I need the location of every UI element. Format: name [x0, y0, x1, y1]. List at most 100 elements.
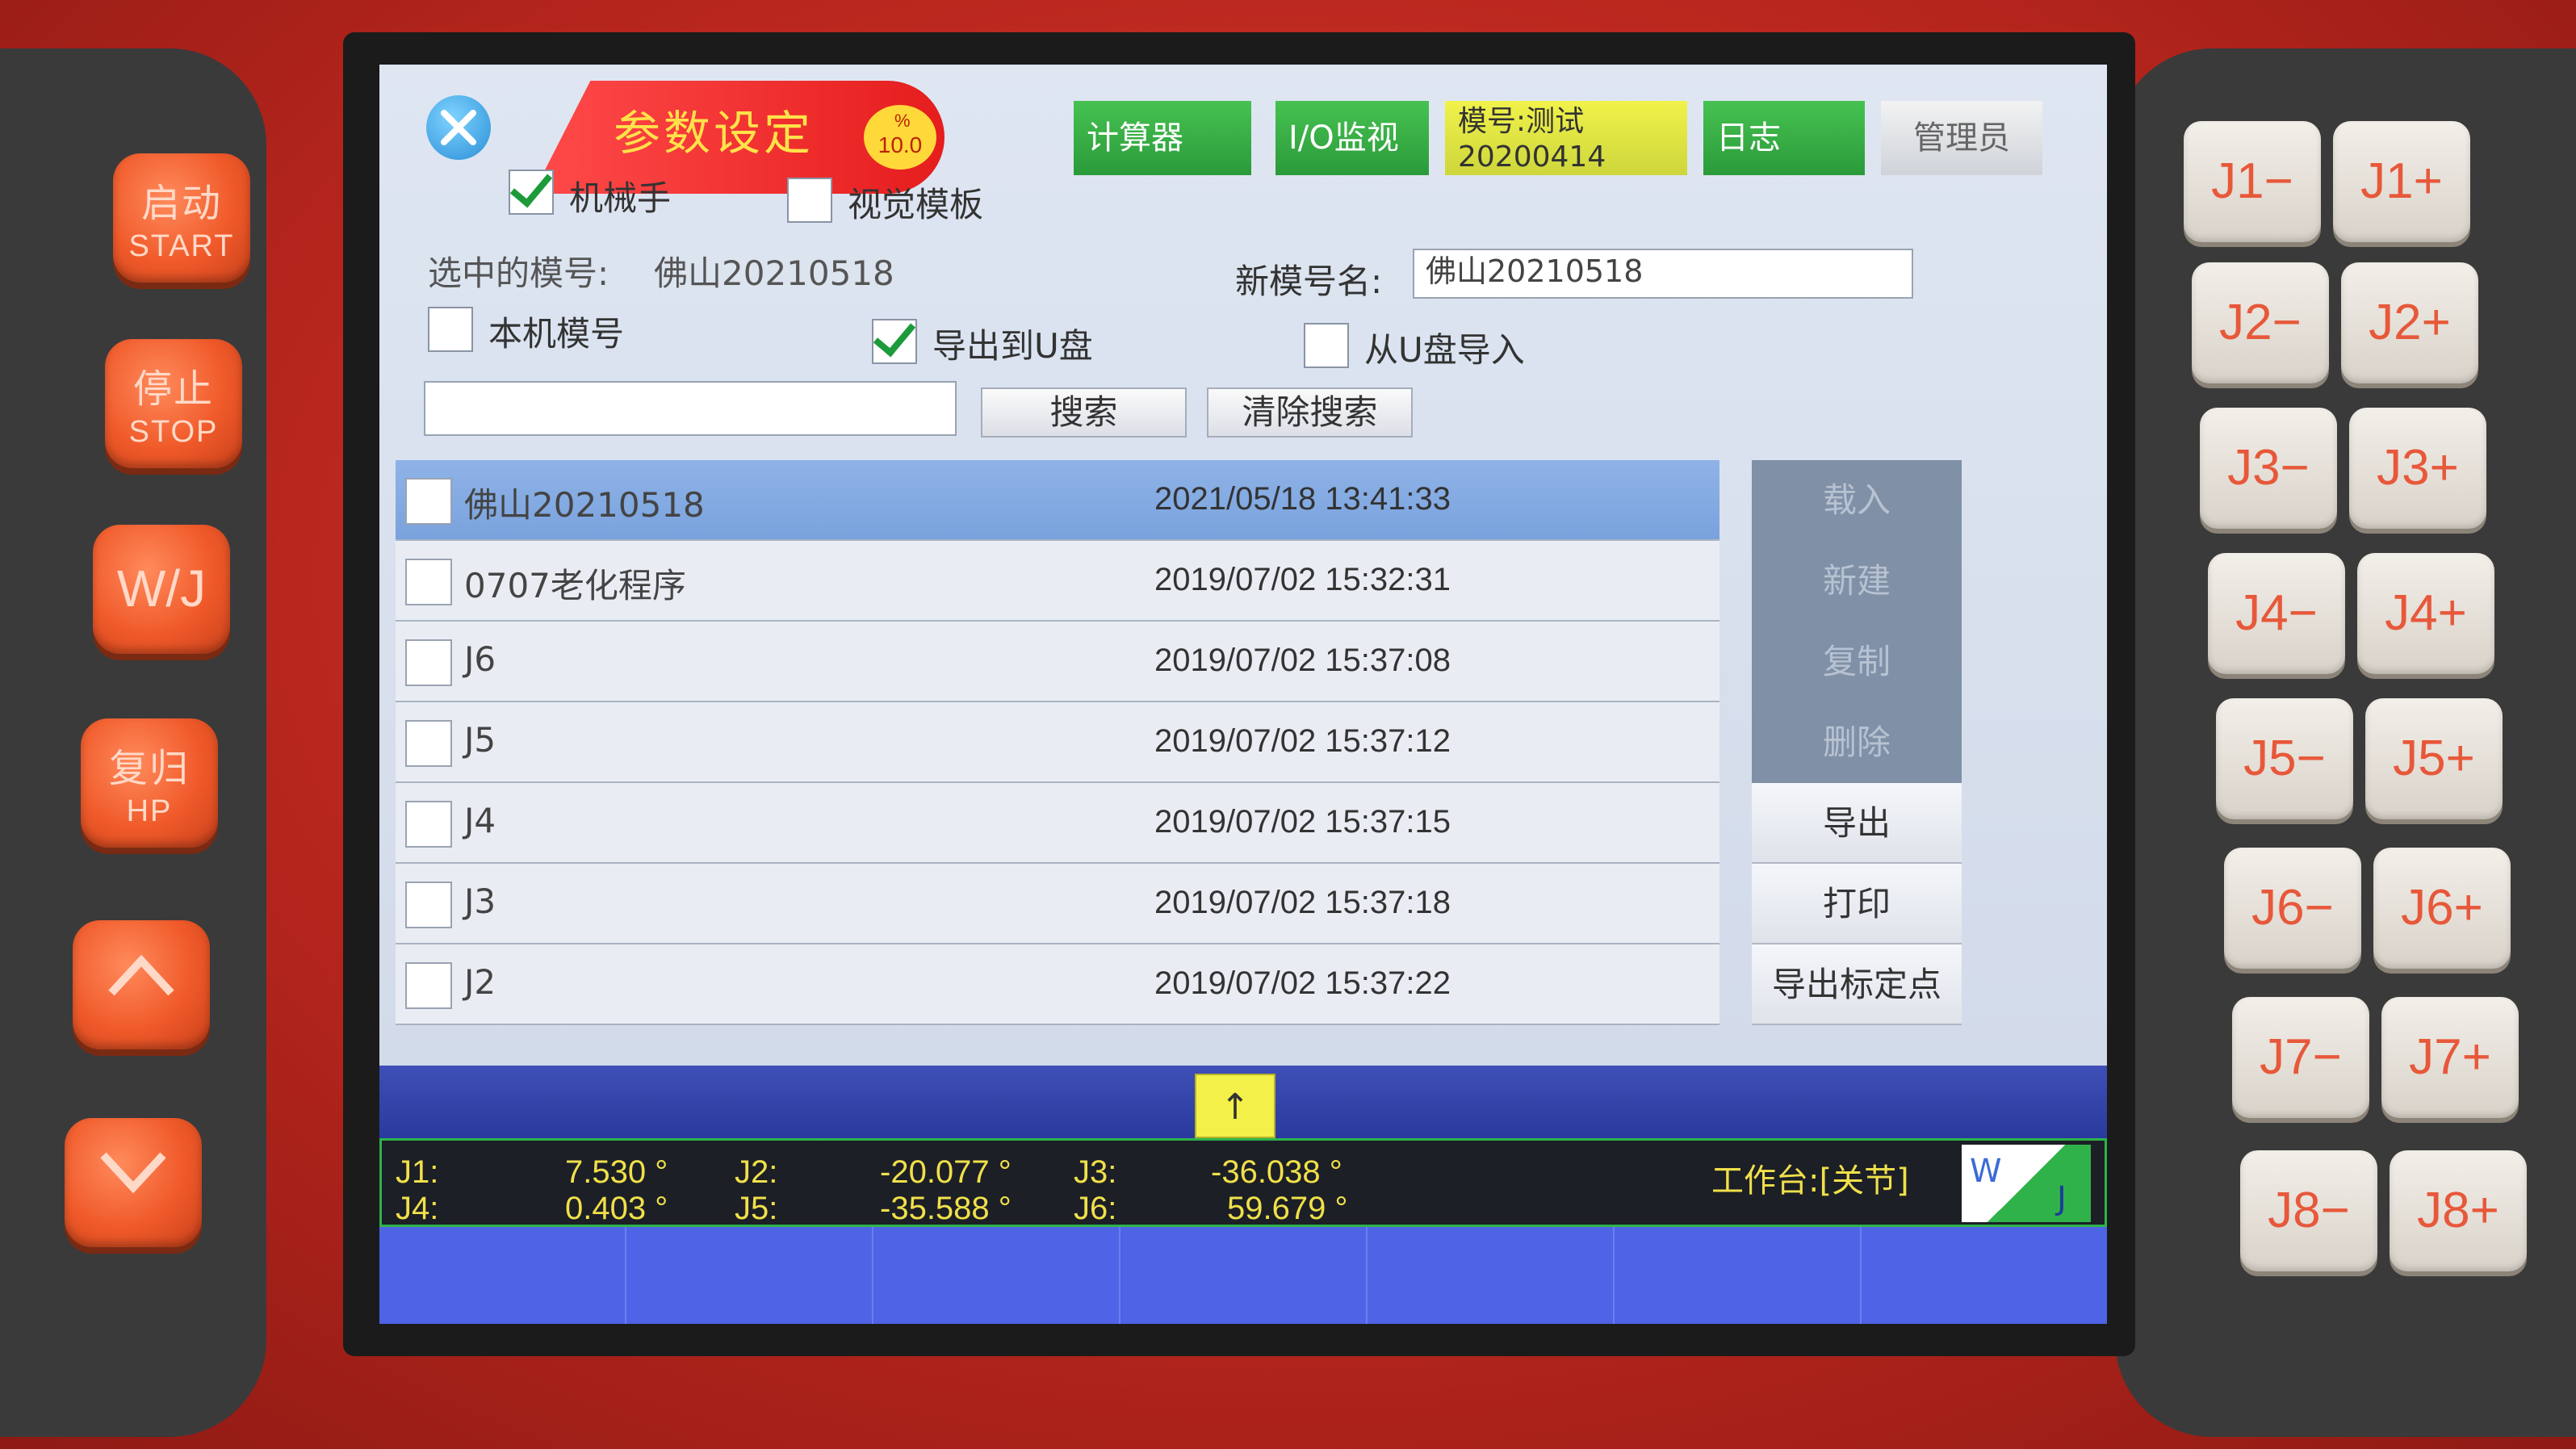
j4-label: J4:: [396, 1191, 439, 1226]
model-name: 模号:测试: [1458, 105, 1585, 138]
wj-label: W/J: [116, 559, 207, 618]
export-usb-label: 导出到U盘: [932, 326, 1093, 366]
row-checkbox[interactable]: [405, 962, 452, 1009]
bottom-function-bar: [379, 1227, 2107, 1324]
function-slot[interactable]: [379, 1227, 626, 1324]
row-checkbox[interactable]: [405, 559, 452, 605]
list-item[interactable]: J3 2019/07/02 15:37:18: [396, 864, 1719, 944]
jog-j2-plus[interactable]: J2+: [2341, 262, 2478, 383]
function-slot[interactable]: [1862, 1227, 2107, 1324]
jog-j4-plus[interactable]: J4+: [2357, 553, 2494, 674]
calculator-button[interactable]: 计算器: [1074, 101, 1251, 175]
row-name: 佛山20210518: [464, 485, 705, 525]
start-label: 启动: [140, 182, 222, 225]
model-info-button[interactable]: 模号:测试 20200414: [1445, 101, 1687, 175]
clear-search-button[interactable]: 清除搜索: [1207, 387, 1413, 438]
list-item[interactable]: J5 2019/07/02 15:37:12: [396, 702, 1719, 783]
jog-j2-minus[interactable]: J2−: [2192, 262, 2329, 383]
down-button[interactable]: [65, 1118, 202, 1247]
import-usb-checkbox[interactable]: [1304, 323, 1349, 368]
row-name: J6: [464, 639, 496, 679]
robot-arm-label: 机械手: [569, 178, 672, 218]
function-slot[interactable]: [1120, 1227, 1368, 1324]
row-time: 2019/07/02 15:37:15: [1154, 804, 1451, 840]
list-item[interactable]: J4 2019/07/02 15:37:15: [396, 783, 1719, 864]
print-button[interactable]: 打印: [1752, 864, 1962, 944]
up-button[interactable]: [73, 920, 210, 1049]
tools-icon[interactable]: [426, 95, 491, 160]
jog-j8-minus[interactable]: J8−: [2240, 1150, 2377, 1271]
jog-j1-minus[interactable]: J1−: [2184, 121, 2321, 242]
list-item[interactable]: J2 2019/07/02 15:37:22: [396, 944, 1719, 1025]
jog-j6-plus[interactable]: J6+: [2373, 848, 2511, 969]
scroll-up-button[interactable]: ↑: [1195, 1074, 1275, 1138]
jog-j3-plus[interactable]: J3+: [2349, 408, 2486, 529]
import-usb-label: 从U盘导入: [1364, 330, 1525, 370]
export-button[interactable]: 导出: [1752, 783, 1962, 864]
jog-j8-plus[interactable]: J8+: [2390, 1150, 2527, 1271]
j6-value: 59.679 °: [1227, 1191, 1348, 1226]
function-slot[interactable]: [1615, 1227, 1862, 1324]
jog-j5-minus[interactable]: J5−: [2216, 698, 2353, 819]
row-time: 2019/07/02 15:37:18: [1154, 885, 1451, 920]
row-checkbox[interactable]: [405, 882, 452, 928]
row-time: 2019/07/02 15:37:08: [1154, 643, 1451, 678]
io-monitor-button[interactable]: I/O监视: [1275, 101, 1429, 175]
jog-j5-plus[interactable]: J5+: [2365, 698, 2503, 819]
list-item[interactable]: 0707老化程序 2019/07/02 15:32:31: [396, 541, 1719, 622]
j6-label: J6:: [1074, 1191, 1117, 1226]
function-slot[interactable]: [873, 1227, 1120, 1324]
mode-w-label: W: [1970, 1153, 2002, 1190]
new-button[interactable]: 新建: [1752, 541, 1962, 622]
list-item[interactable]: J6 2019/07/02 15:37:08: [396, 622, 1719, 702]
list-item[interactable]: 佛山20210518 2021/05/18 13:41:33: [396, 460, 1719, 541]
local-model-label: 本机模号: [488, 314, 625, 354]
start-button[interactable]: 启动 START: [113, 153, 250, 283]
j3-value: -36.038 °: [1211, 1154, 1342, 1190]
model-date: 20200414: [1458, 140, 1606, 174]
wj-toggle-button[interactable]: W/J: [93, 525, 230, 654]
j1-label: J1:: [396, 1154, 439, 1190]
function-slot[interactable]: [626, 1227, 873, 1324]
chevron-down-icon: [100, 1152, 166, 1194]
function-slot[interactable]: [1368, 1227, 1615, 1324]
admin-button[interactable]: 管理员: [1881, 101, 2042, 175]
jog-j6-minus[interactable]: J6−: [2224, 848, 2361, 969]
jog-j7-plus[interactable]: J7+: [2381, 997, 2519, 1118]
mode-j-label: J: [2057, 1180, 2067, 1217]
row-name: J4: [464, 801, 496, 840]
row-name: 0707老化程序: [464, 566, 686, 605]
speed-badge[interactable]: % 10.0: [864, 105, 936, 170]
load-button[interactable]: 载入: [1752, 460, 1962, 541]
home-label: 复归: [108, 748, 190, 790]
home-return-button[interactable]: 复归 HP: [81, 718, 218, 848]
export-usb-checkbox[interactable]: [872, 319, 917, 364]
action-menu: 载入 新建 复制 删除 导出 打印 导出标定点: [1752, 460, 1962, 1106]
export-calibration-button[interactable]: 导出标定点: [1752, 944, 1962, 1025]
search-button[interactable]: 搜索: [981, 387, 1187, 438]
local-model-checkbox[interactable]: [428, 307, 473, 352]
search-input[interactable]: [424, 381, 957, 436]
row-checkbox[interactable]: [405, 639, 452, 686]
lcd-screen: 参数设定 % 10.0 计算器 I/O监视 模号:测试 20200414 日志 …: [379, 65, 2107, 1324]
jog-j3-minus[interactable]: J3−: [2200, 408, 2337, 529]
jog-j1-plus[interactable]: J1+: [2333, 121, 2470, 242]
row-name: J3: [464, 882, 496, 921]
row-checkbox[interactable]: [405, 478, 452, 525]
row-name: J2: [464, 962, 496, 1002]
delete-button[interactable]: 删除: [1752, 702, 1962, 783]
row-checkbox[interactable]: [405, 801, 452, 848]
j2-label: J2:: [735, 1154, 778, 1190]
robot-arm-checkbox[interactable]: [509, 170, 554, 215]
jog-j7-minus[interactable]: J7−: [2232, 997, 2369, 1118]
copy-button[interactable]: 复制: [1752, 622, 1962, 702]
vision-template-checkbox[interactable]: [787, 178, 832, 223]
jog-j4-minus[interactable]: J4−: [2208, 553, 2345, 674]
new-model-name-input[interactable]: 佛山20210518: [1413, 249, 1913, 299]
start-sublabel: START: [128, 229, 235, 263]
stop-button[interactable]: 停止 STOP: [105, 339, 242, 468]
row-time: 2019/07/02 15:37:22: [1154, 965, 1451, 1001]
log-button[interactable]: 日志: [1703, 101, 1865, 175]
row-checkbox[interactable]: [405, 720, 452, 767]
coordinate-mode-toggle[interactable]: W J: [1962, 1145, 2091, 1222]
